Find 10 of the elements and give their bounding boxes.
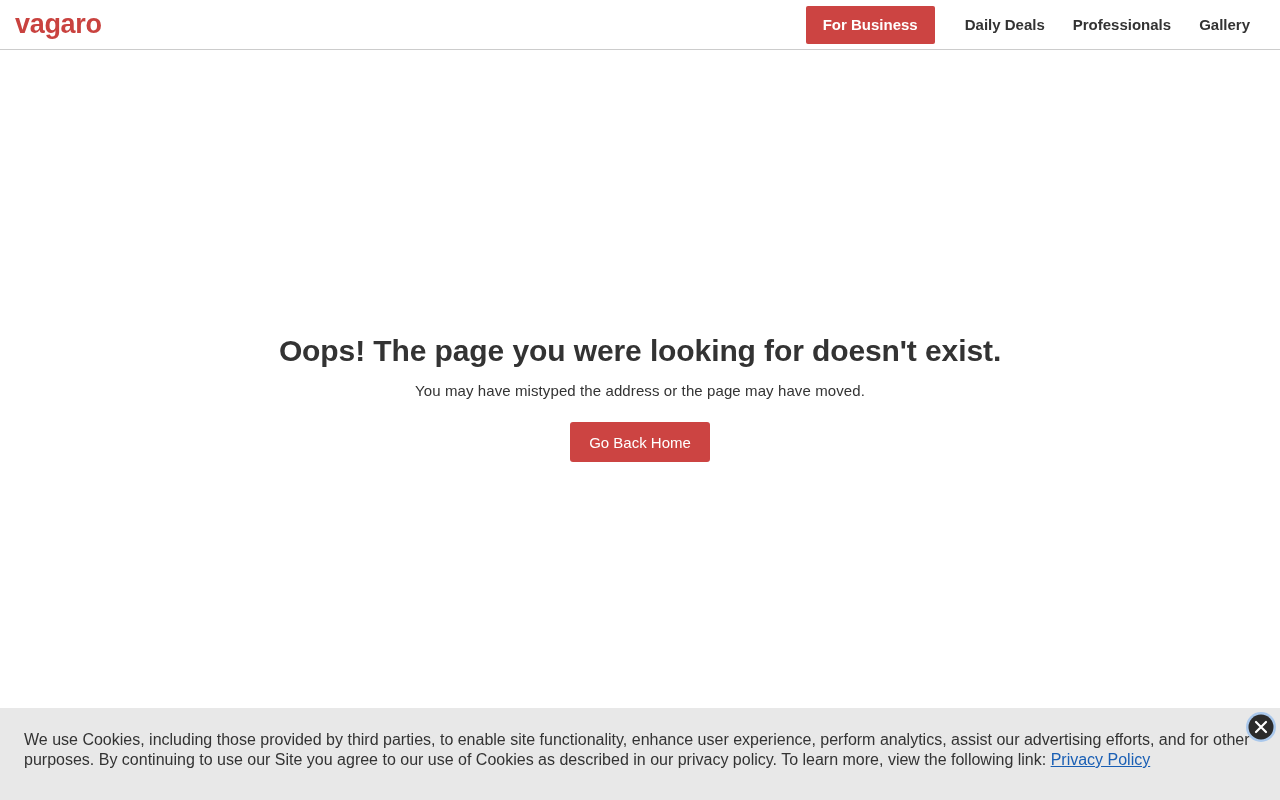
nav-link[interactable]: Professionals [1070, 5, 1174, 44]
error-message: You may have mistyped the address or the page may have moved. [415, 381, 865, 401]
for-business-button[interactable]: For Business [805, 5, 935, 44]
go-back-home-button[interactable]: Go Back Home [570, 422, 710, 462]
privacy-policy-link[interactable]: Privacy Policy [1050, 751, 1151, 768]
logo[interactable]: vagaro [15, 7, 102, 40]
cookie-notice-text: We use Cookies, including those provided by third parties, to enable site functionality, enhance user experience, perform analytics, assist our advertising efforts, and for other purposes. By continuing to use our Site you agree to our use of Cookies as described in our privacy policy. To learn more, view the following link: Privacy Policy [24, 730, 1251, 770]
error-heading: Oops! The page you were looking for doesn't exist. [278, 333, 1002, 369]
nav-link[interactable]: Gallery [1197, 5, 1252, 44]
nav-link[interactable]: Daily Deals [962, 5, 1047, 44]
